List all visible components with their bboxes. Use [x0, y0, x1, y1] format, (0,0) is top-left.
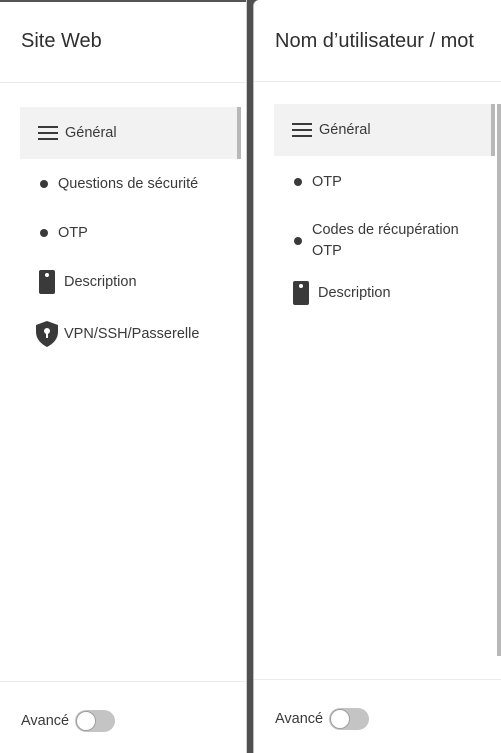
bullet-icon: [40, 179, 48, 188]
bullet-icon: [294, 178, 302, 186]
nav-item-label: Description: [64, 274, 137, 290]
right-panel-footer: Avancé: [254, 679, 501, 753]
tag-icon: [36, 270, 58, 294]
advanced-row: Avancé: [21, 710, 116, 732]
advanced-row: Avancé: [275, 708, 370, 730]
advanced-label: Avancé: [21, 713, 70, 729]
right-nav: Général OTP Codes de récupération OTP De…: [274, 104, 495, 312]
left-panel: Site Web Général Questions de sécurité O…: [0, 0, 247, 753]
nav-item-label: OTP: [312, 174, 342, 190]
nav-item-label: OTP: [58, 224, 88, 241]
right-panel-header: Nom d’utilisateur / mot: [254, 0, 501, 82]
right-panel-title: Nom d’utilisateur / mot: [275, 30, 474, 52]
toggle-knob: [76, 711, 97, 731]
left-panel-title: Site Web: [21, 30, 102, 52]
bullet-icon: [40, 228, 48, 237]
nav-item-label: Général: [65, 125, 117, 141]
nav-item-label-line2: OTP: [312, 243, 342, 259]
nav-item-label: VPN/SSH/Passerelle: [64, 326, 200, 342]
nav-item-otp[interactable]: OTP: [274, 156, 495, 208]
nav-item-general[interactable]: Général: [274, 104, 495, 156]
advanced-toggle[interactable]: [329, 708, 370, 730]
bullet-icon: [294, 237, 302, 245]
nav-item-label-line1: Codes de récupération: [312, 222, 459, 238]
shield-icon: [36, 321, 58, 347]
nav-item-label: Général: [319, 122, 371, 138]
menu-icon: [291, 123, 313, 137]
right-panel: Nom d’utilisateur / mot Général OTP Code…: [253, 0, 501, 753]
nav-item-description[interactable]: Description: [20, 257, 241, 307]
nav-item-general[interactable]: Général: [20, 107, 241, 159]
advanced-toggle[interactable]: [75, 710, 116, 732]
left-nav: Général Questions de sécurité OTP Descri…: [20, 107, 241, 361]
nav-item-otp[interactable]: OTP: [20, 208, 241, 257]
nav-item-label: Codes de récupération OTP: [312, 220, 459, 262]
toggle-knob: [330, 709, 351, 729]
advanced-label: Avancé: [275, 711, 324, 727]
scrollbar[interactable]: [497, 104, 501, 656]
left-panel-header: Site Web: [0, 0, 246, 83]
tag-icon: [290, 281, 312, 305]
nav-item-description[interactable]: Description: [274, 274, 495, 312]
nav-item-security-questions[interactable]: Questions de sécurité: [20, 159, 241, 208]
left-panel-footer: Avancé: [0, 681, 246, 753]
nav-item-label: Description: [318, 285, 391, 301]
nav-item-label: Questions de sécurité: [58, 175, 199, 192]
nav-item-vpn-ssh-gateway[interactable]: VPN/SSH/Passerelle: [20, 307, 241, 361]
nav-item-recovery-codes[interactable]: Codes de récupération OTP: [274, 208, 495, 274]
menu-icon: [37, 126, 59, 140]
